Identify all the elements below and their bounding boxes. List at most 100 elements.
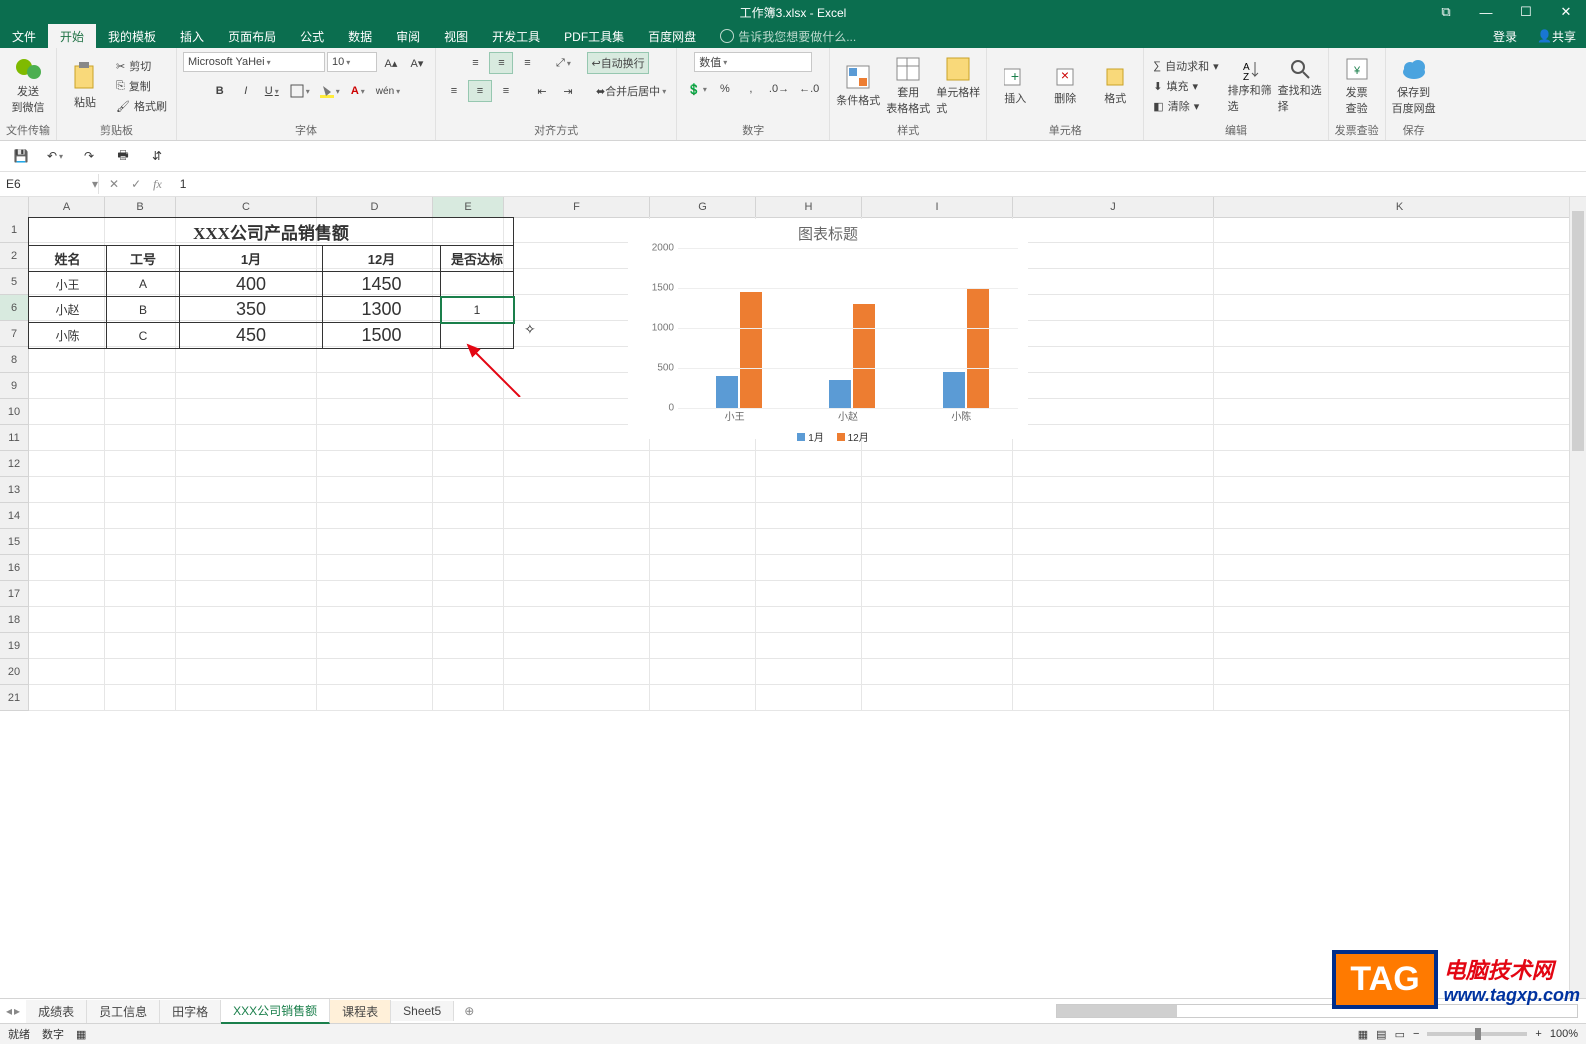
grid-cell[interactable] <box>1013 503 1214 529</box>
grid-cell[interactable] <box>862 581 1013 607</box>
grid-cell[interactable] <box>29 581 105 607</box>
sheet-tab[interactable]: Sheet5 <box>391 1001 454 1021</box>
grid-cell[interactable] <box>756 477 862 503</box>
grid-cell[interactable] <box>317 581 433 607</box>
align-middle-button[interactable]: ≡ <box>489 52 513 74</box>
zoom-in-button[interactable]: + <box>1535 1028 1541 1040</box>
align-top-button[interactable]: ≡ <box>463 52 487 74</box>
hscroll-thumb[interactable] <box>1057 1005 1177 1017</box>
grid-cell[interactable] <box>1013 295 1214 321</box>
grid-cell[interactable] <box>105 581 176 607</box>
grid-cell[interactable] <box>317 425 433 451</box>
grid-cell[interactable] <box>317 555 433 581</box>
cell-name[interactable]: 小赵 <box>29 297 107 323</box>
grid-cell[interactable] <box>433 685 504 711</box>
worksheet-grid[interactable]: A B C D E F G H I J K 125678910111213141… <box>0 197 1586 998</box>
tab-pdftools[interactable]: PDF工具集 <box>552 24 636 48</box>
grid-cell[interactable] <box>1013 581 1214 607</box>
grid-cell[interactable] <box>29 347 105 373</box>
grid-cell[interactable] <box>29 451 105 477</box>
select-all-corner[interactable] <box>0 197 29 217</box>
grid-cell[interactable] <box>1013 373 1214 399</box>
cell-id[interactable]: B <box>107 297 180 323</box>
grid-cell[interactable] <box>317 399 433 425</box>
grid-cell[interactable] <box>650 503 756 529</box>
zoom-slider[interactable] <box>1427 1032 1527 1036</box>
grid-cell[interactable] <box>650 633 756 659</box>
grid-cell[interactable] <box>29 399 105 425</box>
align-left-button[interactable]: ≡ <box>442 80 466 102</box>
grid-cell[interactable] <box>433 555 504 581</box>
grid-cell[interactable] <box>1013 243 1214 269</box>
grid-cell[interactable] <box>105 451 176 477</box>
cell-id[interactable]: A <box>107 272 180 297</box>
grid-cell[interactable] <box>105 529 176 555</box>
row-header[interactable]: 20 <box>0 659 29 685</box>
grid-cell[interactable] <box>105 607 176 633</box>
grid-cell[interactable] <box>756 451 862 477</box>
cell-m12[interactable]: 1450 <box>323 272 441 297</box>
sheet-tab-active[interactable]: XXX公司销售额 <box>221 999 330 1024</box>
tell-me[interactable]: 告诉我您想要做什么... <box>708 24 868 48</box>
grid-cell[interactable] <box>1214 321 1586 347</box>
vertical-scrollbar[interactable] <box>1569 197 1586 998</box>
tab-file[interactable]: 文件 <box>0 24 48 48</box>
grid-cell[interactable] <box>504 529 650 555</box>
grid-cell[interactable] <box>317 607 433 633</box>
grid-cell[interactable] <box>105 503 176 529</box>
grid-cell[interactable] <box>1214 503 1586 529</box>
grid-cell[interactable] <box>650 607 756 633</box>
paste-button[interactable]: 粘贴 <box>63 62 107 110</box>
cell-styles-button[interactable]: 单元格样式 <box>936 56 980 116</box>
grid-cell[interactable] <box>1013 347 1214 373</box>
cell-m12[interactable]: 1300 <box>323 297 441 323</box>
grid-cell[interactable] <box>1013 399 1214 425</box>
grid-cell[interactable] <box>105 425 176 451</box>
grid-cell[interactable] <box>433 503 504 529</box>
sheet-nav-first[interactable]: ◂ <box>6 1004 12 1018</box>
grid-cell[interactable] <box>176 555 317 581</box>
grid-cell[interactable] <box>1013 217 1214 243</box>
sheet-nav-last[interactable]: ▸ <box>14 1004 20 1018</box>
row-header[interactable]: 8 <box>0 347 29 373</box>
font-color-button[interactable]: A <box>346 80 370 102</box>
increase-font-button[interactable]: A▴ <box>379 52 403 74</box>
grid-cell[interactable] <box>176 451 317 477</box>
save-baidu-button[interactable]: 保存到 百度网盘 <box>1392 56 1436 116</box>
row-header[interactable]: 11 <box>0 425 29 451</box>
cut-button[interactable]: ✂ 剪切 <box>113 57 170 75</box>
grid-cell[interactable] <box>862 477 1013 503</box>
grid-cell[interactable] <box>650 529 756 555</box>
grid-cell[interactable] <box>433 399 504 425</box>
grid-cell[interactable] <box>29 659 105 685</box>
sheet-tab[interactable]: 田字格 <box>160 1000 221 1023</box>
grid-cell[interactable] <box>1214 659 1586 685</box>
send-to-wechat-button[interactable]: 发送 到微信 <box>6 57 50 115</box>
grid-cell[interactable] <box>176 659 317 685</box>
font-size-select[interactable]: 10 <box>327 52 377 72</box>
grid-cell[interactable] <box>29 425 105 451</box>
invoice-check-button[interactable]: ¥发票 查验 <box>1335 56 1379 116</box>
grid-cell[interactable] <box>433 347 504 373</box>
grid-cell[interactable] <box>756 555 862 581</box>
grid-cell[interactable] <box>433 451 504 477</box>
grid-cell[interactable] <box>105 347 176 373</box>
chart-bar[interactable] <box>943 372 965 408</box>
row-header[interactable]: 17 <box>0 581 29 607</box>
increase-indent-button[interactable]: ⇥ <box>556 80 580 102</box>
font-name-select[interactable]: Microsoft YaHei <box>183 52 325 72</box>
grid-cell[interactable] <box>1214 347 1586 373</box>
grid-cell[interactable] <box>176 399 317 425</box>
row-header[interactable]: 5 <box>0 269 29 295</box>
grid-cell[interactable] <box>504 607 650 633</box>
grid-cell[interactable] <box>504 555 650 581</box>
login-button[interactable]: 登录 <box>1483 24 1527 48</box>
zoom-out-button[interactable]: − <box>1413 1028 1419 1040</box>
grid-cell[interactable] <box>176 347 317 373</box>
grid-cell[interactable] <box>176 477 317 503</box>
grid-cell[interactable] <box>1013 555 1214 581</box>
grid-cell[interactable] <box>29 529 105 555</box>
tab-view[interactable]: 视图 <box>432 24 480 48</box>
autosum-button[interactable]: ∑ 自动求和 ▾ <box>1150 57 1221 75</box>
cell-id[interactable]: C <box>107 323 180 349</box>
